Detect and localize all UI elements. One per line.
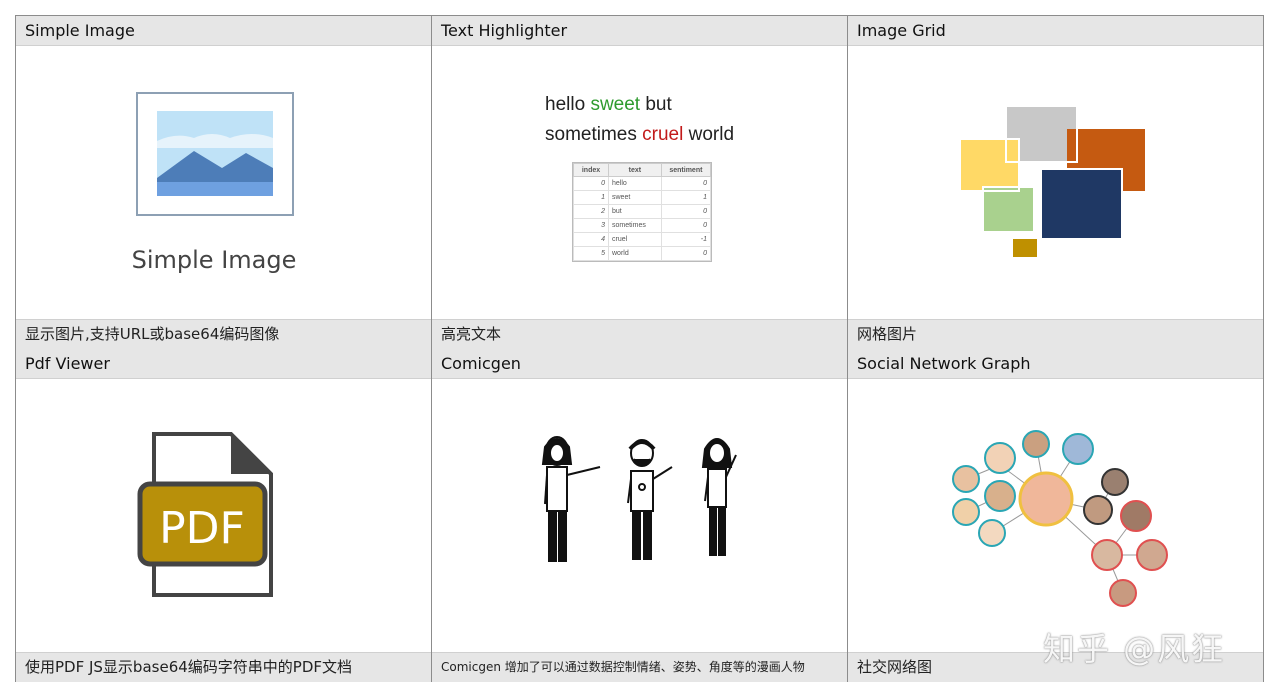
word-negative: cruel bbox=[642, 124, 684, 145]
image-grid-icon bbox=[959, 105, 1145, 257]
sentiment-table: index text sentiment 0 hello 0 1 sweet 1 2 bu… bbox=[572, 162, 712, 262]
cell-index: 0 bbox=[573, 176, 609, 191]
comic-character bbox=[541, 436, 601, 562]
pdf-icon-label: PDF bbox=[159, 503, 245, 554]
card-caption: 高亮文本 bbox=[432, 319, 847, 349]
card-preview bbox=[848, 46, 1263, 319]
cell-sentiment: -1 bbox=[660, 232, 712, 247]
card-title: Simple Image bbox=[16, 16, 431, 46]
comic-character bbox=[627, 439, 673, 560]
card-caption: 使用PDF JS显示base64编码字符串中的PDF文档 bbox=[16, 652, 431, 682]
cell-text: sweet bbox=[608, 190, 662, 205]
card-pdf-viewer[interactable]: Pdf Viewer PDF 使用PDF JS显示base64编码字符串中的PD… bbox=[16, 349, 432, 682]
network-graph-illustration bbox=[952, 430, 1168, 607]
card-preview: PDF bbox=[16, 379, 431, 652]
table-row: 0 hello 0 bbox=[573, 176, 712, 191]
cell-index: 4 bbox=[573, 232, 609, 247]
image-placeholder-icon: Simple Image bbox=[132, 92, 297, 274]
word-neutral: world bbox=[688, 124, 735, 145]
card-image-grid[interactable]: Image Grid 网格图片 bbox=[848, 16, 1263, 349]
card-title: Text Highlighter bbox=[432, 16, 847, 46]
cell-text: but bbox=[608, 204, 662, 219]
card-title: Image Grid bbox=[848, 16, 1263, 46]
cell-sentiment: 1 bbox=[660, 190, 712, 205]
card-title: Comicgen bbox=[432, 349, 847, 379]
cell-index: 3 bbox=[573, 218, 609, 233]
card-preview: Simple Image bbox=[16, 46, 431, 319]
cell-sentiment: 0 bbox=[660, 176, 712, 191]
cell-text: sometimes bbox=[608, 218, 662, 233]
comic-characters-illustration bbox=[541, 436, 737, 562]
word-neutral: sometimes bbox=[545, 124, 637, 145]
card-caption: 显示图片,支持URL或base64编码图像 bbox=[16, 319, 431, 349]
pdf-file-icon: PDF bbox=[137, 432, 273, 597]
highlighted-text: hello sweet but sometimes cruel world bbox=[545, 90, 734, 150]
cell-sentiment: 0 bbox=[660, 218, 712, 233]
card-comicgen[interactable]: Comicgen Comicgen 增加了可以通过数据控制情绪、姿势、角度等的漫… bbox=[432, 349, 848, 682]
card-title: Pdf Viewer bbox=[16, 349, 431, 379]
word-neutral: hello bbox=[545, 94, 586, 115]
card-caption: 网格图片 bbox=[848, 319, 1263, 349]
table-row: 3 sometimes 0 bbox=[573, 218, 712, 233]
cell-sentiment: 0 bbox=[660, 204, 712, 219]
word-positive: sweet bbox=[590, 94, 641, 115]
card-preview bbox=[848, 379, 1263, 652]
word-neutral: but bbox=[645, 94, 672, 115]
card-caption: Comicgen 增加了可以通过数据控制情绪、姿势、角度等的漫画人物 bbox=[432, 652, 847, 682]
comic-character bbox=[701, 438, 737, 556]
column-header-text[interactable]: text bbox=[608, 163, 662, 177]
placeholder-label: Simple Image bbox=[132, 246, 297, 274]
cell-text: hello bbox=[608, 176, 662, 191]
cell-index: 1 bbox=[573, 190, 609, 205]
card-preview: hello sweet but sometimes cruel world in… bbox=[432, 46, 847, 319]
table-row: 5 world 0 bbox=[573, 246, 712, 261]
cell-index: 5 bbox=[573, 246, 609, 261]
column-header-sentiment[interactable]: sentiment bbox=[660, 163, 712, 177]
card-title: Social Network Graph bbox=[848, 349, 1263, 379]
table-row: 4 cruel -1 bbox=[573, 232, 712, 247]
card-text-highlighter[interactable]: Text Highlighter hello sweet but sometim… bbox=[432, 16, 848, 349]
table-row: 1 sweet 1 bbox=[573, 190, 712, 205]
cell-text: cruel bbox=[608, 232, 662, 247]
cell-text: world bbox=[608, 246, 662, 261]
watermark-text: 知乎 @风狂 bbox=[1043, 630, 1226, 668]
cell-sentiment: 0 bbox=[660, 246, 712, 261]
avatar-node bbox=[952, 430, 1168, 607]
column-header-index[interactable]: index bbox=[573, 163, 609, 177]
cell-index: 2 bbox=[573, 204, 609, 219]
visual-gallery-grid: Simple Image Simple Image 显示图片,支持URL或bas… bbox=[15, 15, 1264, 682]
card-preview bbox=[432, 379, 847, 652]
table-row: 2 but 0 bbox=[573, 204, 712, 219]
card-simple-image[interactable]: Simple Image Simple Image 显示图片,支持URL或bas… bbox=[16, 16, 432, 349]
